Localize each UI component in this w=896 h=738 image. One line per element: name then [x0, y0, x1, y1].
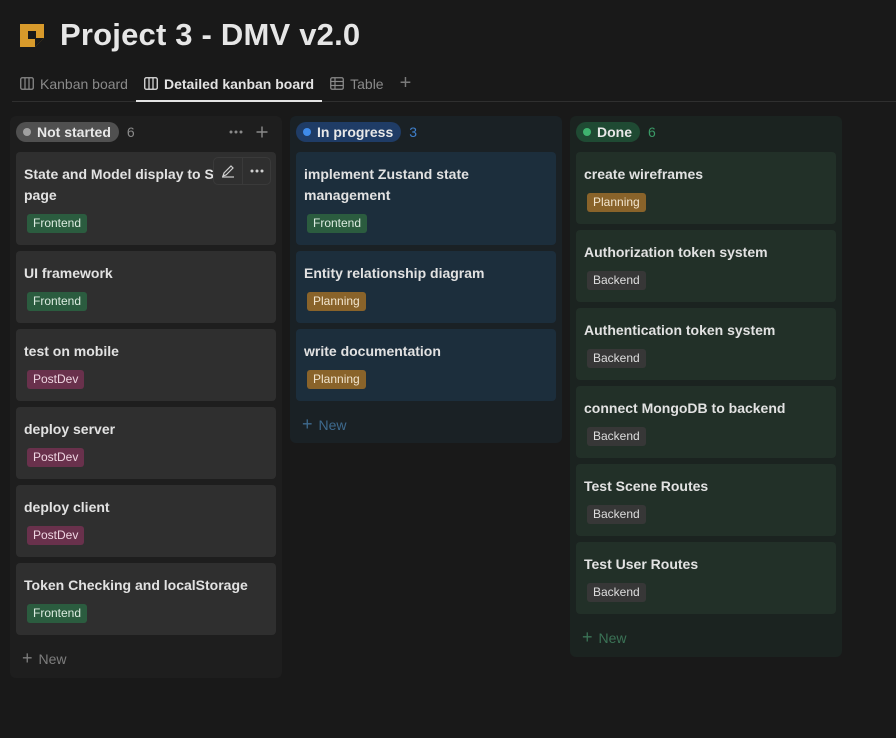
card-tag: Planning	[307, 370, 366, 389]
add-view-button[interactable]: +	[392, 66, 420, 101]
plus-icon: +	[302, 414, 313, 434]
card-tag: PostDev	[27, 526, 85, 545]
card-hover-toolbar	[214, 158, 270, 184]
status-dot-icon	[23, 128, 31, 136]
card-tag: Frontend	[307, 214, 368, 233]
card-title: deploy client	[24, 499, 110, 515]
status-pill-in-progress[interactable]: In progress	[296, 122, 402, 142]
more-options-icon[interactable]	[226, 122, 246, 142]
card-tag: Frontend	[27, 604, 88, 623]
kanban-card[interactable]: State and Model display to Scene page Fr…	[16, 152, 276, 245]
edit-pencil-icon[interactable]	[214, 158, 242, 184]
column-not-started: Not started 6 State and Model display to…	[10, 116, 282, 678]
board-icon	[144, 77, 158, 90]
card-title: Authentication token system	[584, 322, 776, 338]
card-count: 6	[126, 124, 135, 140]
tab-table[interactable]: Table	[322, 66, 391, 101]
kanban-card[interactable]: Test User Routes Backend	[576, 542, 836, 614]
new-label: New	[38, 650, 67, 667]
card-title: create wireframes	[584, 166, 704, 182]
card-tag: Backend	[587, 271, 646, 290]
plus-icon: +	[22, 648, 33, 668]
column-header: Done 6	[576, 116, 836, 148]
column-header: Not started 6	[16, 116, 276, 148]
card-title: test on mobile	[24, 343, 119, 359]
page-header: Project 3 - DMV v2.0	[18, 14, 360, 56]
tab-detailed-kanban-board[interactable]: Detailed kanban board	[135, 66, 323, 102]
table-icon	[330, 77, 345, 90]
new-card-button[interactable]: + New	[582, 627, 627, 648]
column-header: In progress 3	[296, 116, 556, 148]
kanban-card[interactable]: implement Zustand state management Front…	[296, 152, 556, 245]
notion-page: Project 3 - DMV v2.0 Kanban board Detail…	[0, 0, 896, 738]
card-tag: Frontend	[27, 292, 88, 311]
card-count: 6	[648, 124, 656, 140]
kanban-card[interactable]: create wireframes Planning	[576, 152, 836, 224]
card-title: Test User Routes	[584, 556, 699, 572]
sticky-note-icon[interactable]	[18, 21, 46, 49]
new-card-button[interactable]: + New	[302, 414, 347, 435]
card-count: 3	[409, 124, 418, 140]
column-in-progress: In progress 3 implement Zustand state ma…	[290, 116, 562, 443]
board-icon	[20, 77, 34, 90]
card-title: Test Scene Routes	[584, 478, 709, 494]
plus-icon: +	[399, 72, 412, 94]
new-label: New	[598, 629, 627, 646]
tab-label: Table	[350, 75, 384, 92]
add-card-plus-icon[interactable]	[252, 122, 272, 142]
card-title: implement Zustand state management	[304, 166, 469, 203]
card-tag: Backend	[587, 427, 646, 446]
card-title: Authorization token system	[584, 244, 768, 260]
card-tag: PostDev	[27, 370, 85, 389]
tab-kanban-board[interactable]: Kanban board	[12, 66, 136, 101]
card-title: Token Checking and localStorage	[24, 577, 248, 593]
kanban-card[interactable]: connect MongoDB to backend Backend	[576, 386, 836, 458]
more-options-icon[interactable]	[242, 158, 270, 184]
card-tag: Backend	[587, 505, 646, 524]
view-tabs: Kanban board Detailed kanban board Table…	[12, 66, 896, 102]
status-label: In progress	[317, 124, 394, 140]
card-title: connect MongoDB to backend	[584, 400, 786, 416]
card-tag: Planning	[587, 193, 646, 212]
column-done: Done 6 create wireframes Planning Author…	[570, 116, 842, 657]
kanban-card[interactable]: Token Checking and localStorage Frontend	[16, 563, 276, 635]
status-pill-not-started[interactable]: Not started	[16, 122, 119, 142]
tab-label: Kanban board	[40, 75, 128, 92]
status-dot-icon	[583, 128, 591, 136]
status-dot-icon	[303, 128, 311, 136]
kanban-card[interactable]: deploy server PostDev	[16, 407, 276, 479]
column-actions	[226, 122, 272, 142]
kanban-card[interactable]: test on mobile PostDev	[16, 329, 276, 401]
status-label: Not started	[37, 124, 111, 140]
status-label: Done	[597, 124, 632, 140]
kanban-card[interactable]: write documentation Planning	[296, 329, 556, 401]
card-tag: Planning	[307, 292, 366, 311]
kanban-card[interactable]: Authorization token system Backend	[576, 230, 836, 302]
new-label: New	[318, 416, 347, 433]
card-title: write documentation	[304, 343, 441, 359]
card-tag: Backend	[587, 583, 646, 602]
kanban-card[interactable]: Authentication token system Backend	[576, 308, 836, 380]
card-title: deploy server	[24, 421, 116, 437]
plus-icon: +	[582, 627, 593, 647]
kanban-card[interactable]: Test Scene Routes Backend	[576, 464, 836, 536]
card-title: Entity relationship diagram	[304, 265, 485, 281]
kanban-card[interactable]: deploy client PostDev	[16, 485, 276, 557]
page-title[interactable]: Project 3 - DMV v2.0	[60, 17, 360, 53]
new-card-button[interactable]: + New	[22, 648, 67, 669]
status-pill-done[interactable]: Done	[576, 122, 640, 142]
card-tag: Backend	[587, 349, 646, 368]
tab-label: Detailed kanban board	[163, 75, 315, 92]
card-tag: PostDev	[27, 448, 85, 467]
card-title: UI framework	[24, 265, 113, 281]
kanban-card[interactable]: Entity relationship diagram Planning	[296, 251, 556, 323]
card-tag: Frontend	[27, 214, 88, 233]
kanban-card[interactable]: UI framework Frontend	[16, 251, 276, 323]
